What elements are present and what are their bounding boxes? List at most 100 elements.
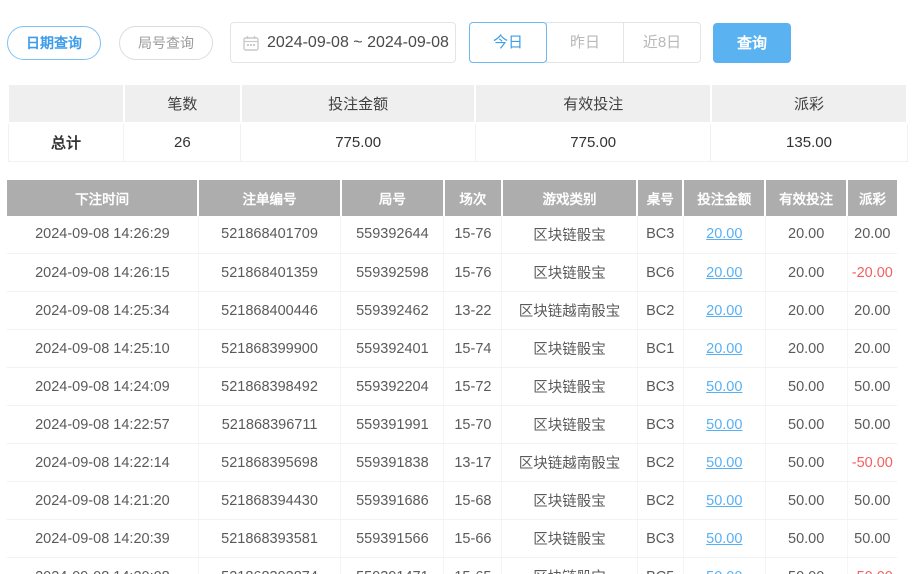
cell-payout: 20.00 xyxy=(847,216,897,254)
records-table-body: 2024-09-08 14:26:29 521868401709 5593926… xyxy=(7,216,897,574)
cell-payout: -50.00 xyxy=(847,558,897,574)
cell-bet-amount: 50.00 xyxy=(683,520,765,558)
cell-bet-amount: 50.00 xyxy=(683,444,765,482)
cell-table-no: BC3 xyxy=(637,406,683,444)
cell-bet-time: 2024-09-08 14:25:34 xyxy=(7,292,198,330)
cell-round: 559391471 xyxy=(341,558,444,574)
cell-session: 15-66 xyxy=(444,520,502,558)
cell-bet-time: 2024-09-08 14:20:39 xyxy=(7,520,198,558)
quick-filter-today[interactable]: 今日 xyxy=(469,22,547,63)
cell-payout: 50.00 xyxy=(847,368,897,406)
cell-bet-amount: 20.00 xyxy=(683,292,765,330)
cell-bet-time: 2024-09-08 14:22:57 xyxy=(7,406,198,444)
summary-header-bet-amount: 投注金额 xyxy=(241,85,476,123)
cell-bet-id: 521868396711 xyxy=(198,406,340,444)
cell-table-no: BC2 xyxy=(637,444,683,482)
col-header-session: 场次 xyxy=(444,180,502,216)
cell-payout: 50.00 xyxy=(847,406,897,444)
table-row: 2024-09-08 14:25:10 521868399900 5593924… xyxy=(7,330,897,368)
cell-valid-bet: 20.00 xyxy=(765,292,847,330)
summary-total-count: 26 xyxy=(124,123,241,161)
cell-session: 15-76 xyxy=(444,216,502,254)
table-row: 2024-09-08 14:25:34 521868400446 5593924… xyxy=(7,292,897,330)
bet-amount-link[interactable]: 50.00 xyxy=(706,417,742,433)
cell-session: 13-17 xyxy=(444,444,502,482)
summary-total-label: 总计 xyxy=(8,123,124,161)
cell-bet-id: 521868400446 xyxy=(198,292,340,330)
bet-amount-link[interactable]: 20.00 xyxy=(706,265,742,281)
date-query-tab[interactable]: 日期查询 xyxy=(7,26,101,60)
records-table: 下注时间 注单编号 局号 场次 游戏类别 桌号 投注金额 有效投注 派彩 202… xyxy=(7,180,897,574)
cell-session: 15-76 xyxy=(444,254,502,292)
table-row: 2024-09-08 14:26:15 521868401359 5593925… xyxy=(7,254,897,292)
cell-valid-bet: 20.00 xyxy=(765,254,847,292)
cell-bet-id: 521868401359 xyxy=(198,254,340,292)
cell-game-type: 区块链越南骰宝 xyxy=(502,444,637,482)
cell-bet-id: 521868393581 xyxy=(198,520,340,558)
bet-amount-link[interactable]: 50.00 xyxy=(706,493,742,509)
cell-bet-time: 2024-09-08 14:21:20 xyxy=(7,482,198,520)
col-header-bet-amount: 投注金额 xyxy=(683,180,765,216)
date-range-picker[interactable]: 2024-09-08 ~ 2024-09-08 xyxy=(230,22,456,63)
cell-game-type: 区块链骰宝 xyxy=(502,216,637,254)
cell-bet-amount: 20.00 xyxy=(683,254,765,292)
cell-session: 15-65 xyxy=(444,558,502,574)
bet-amount-link[interactable]: 50.00 xyxy=(706,531,742,547)
cell-session: 15-68 xyxy=(444,482,502,520)
quick-filter-yesterday[interactable]: 昨日 xyxy=(546,22,624,63)
cell-round: 559391991 xyxy=(341,406,444,444)
cell-game-type: 区块链骰宝 xyxy=(502,368,637,406)
query-toolbar: 日期查询 局号查询 2024-09-08 ~ 2024-09-08 今日 昨日 … xyxy=(7,22,917,63)
cell-bet-time: 2024-09-08 14:26:29 xyxy=(7,216,198,254)
bet-amount-link[interactable]: 50.00 xyxy=(706,455,742,471)
cell-session: 15-72 xyxy=(444,368,502,406)
cell-bet-amount: 20.00 xyxy=(683,216,765,254)
cell-bet-time: 2024-09-08 14:24:09 xyxy=(7,368,198,406)
cell-bet-time: 2024-09-08 14:25:10 xyxy=(7,330,198,368)
col-header-bet-id: 注单编号 xyxy=(198,180,340,216)
table-row: 2024-09-08 14:24:09 521868398492 5593922… xyxy=(7,368,897,406)
date-range-value: 2024-09-08 ~ 2024-09-08 xyxy=(267,34,449,52)
cell-table-no: BC3 xyxy=(637,520,683,558)
table-row: 2024-09-08 14:20:39 521868393581 5593915… xyxy=(7,520,897,558)
summary-header-valid-bet: 有效投注 xyxy=(475,85,711,123)
cell-round: 559392644 xyxy=(341,216,444,254)
cell-payout: -20.00 xyxy=(847,254,897,292)
bet-amount-link[interactable]: 20.00 xyxy=(706,341,742,357)
summary-header-payout: 派彩 xyxy=(711,85,907,123)
col-header-bet-time: 下注时间 xyxy=(7,180,198,216)
bet-amount-link[interactable]: 20.00 xyxy=(706,303,742,319)
round-query-tab[interactable]: 局号查询 xyxy=(119,26,213,60)
bet-amount-link[interactable]: 50.00 xyxy=(706,379,742,395)
cell-round: 559392204 xyxy=(341,368,444,406)
table-row: 2024-09-08 14:26:29 521868401709 5593926… xyxy=(7,216,897,254)
summary-table: 笔数 投注金额 有效投注 派彩 总计 26 775.00 775.00 135.… xyxy=(7,85,908,162)
summary-header-count: 笔数 xyxy=(124,85,241,123)
calendar-icon xyxy=(243,35,259,51)
cell-payout: -50.00 xyxy=(847,444,897,482)
records-header-row: 下注时间 注单编号 局号 场次 游戏类别 桌号 投注金额 有效投注 派彩 xyxy=(7,180,897,216)
search-button[interactable]: 查询 xyxy=(713,23,791,63)
cell-game-type: 区块链骰宝 xyxy=(502,520,637,558)
cell-bet-id: 521868395698 xyxy=(198,444,340,482)
cell-table-no: BC6 xyxy=(637,254,683,292)
cell-game-type: 区块链骰宝 xyxy=(502,558,637,574)
records-page: 日期查询 局号查询 2024-09-08 ~ 2024-09-08 今日 昨日 … xyxy=(0,22,917,574)
cell-game-type: 区块链骰宝 xyxy=(502,482,637,520)
cell-round: 559392462 xyxy=(341,292,444,330)
table-row: 2024-09-08 14:21:20 521868394430 5593916… xyxy=(7,482,897,520)
col-header-valid-bet: 有效投注 xyxy=(765,180,847,216)
cell-table-no: BC2 xyxy=(637,292,683,330)
col-header-table-no: 桌号 xyxy=(637,180,683,216)
cell-bet-amount: 50.00 xyxy=(683,368,765,406)
cell-table-no: BC3 xyxy=(637,368,683,406)
cell-bet-amount: 50.00 xyxy=(683,482,765,520)
bet-amount-link[interactable]: 20.00 xyxy=(706,226,742,242)
summary-header-row: 笔数 投注金额 有效投注 派彩 xyxy=(8,85,907,123)
bet-amount-link[interactable]: 50.00 xyxy=(706,569,742,574)
cell-payout: 20.00 xyxy=(847,292,897,330)
cell-session: 15-74 xyxy=(444,330,502,368)
summary-total-payout: 135.00 xyxy=(711,123,907,161)
summary-total-valid-bet: 775.00 xyxy=(475,123,711,161)
quick-filter-last8days[interactable]: 近8日 xyxy=(623,22,701,63)
